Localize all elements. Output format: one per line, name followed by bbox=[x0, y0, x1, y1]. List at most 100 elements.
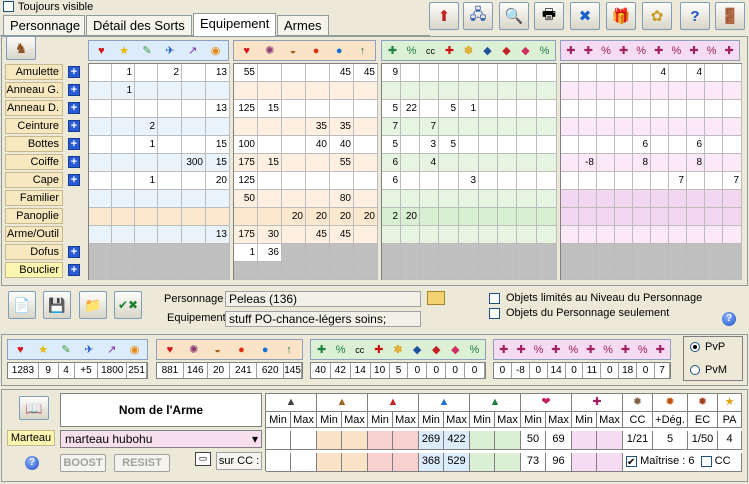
grid-cell[interactable]: 8 bbox=[687, 154, 705, 172]
grid-cell[interactable] bbox=[517, 262, 537, 280]
grid-cell[interactable] bbox=[354, 226, 378, 244]
grid-cell[interactable]: 5 bbox=[382, 136, 401, 154]
add-item-button[interactable]: + bbox=[68, 84, 80, 96]
display-icon[interactable]: ▭ bbox=[195, 452, 211, 466]
grid-cell[interactable] bbox=[498, 118, 517, 136]
grid-cell[interactable] bbox=[597, 100, 615, 118]
damage-cc-max[interactable] bbox=[495, 453, 521, 472]
only-character-checkbox[interactable] bbox=[489, 307, 500, 319]
grid-cell[interactable] bbox=[459, 64, 479, 82]
grid-cell[interactable]: 45 bbox=[330, 226, 354, 244]
grid-cell[interactable] bbox=[459, 82, 479, 100]
grid-cell[interactable] bbox=[282, 190, 306, 208]
damage-max[interactable]: 422 bbox=[444, 431, 470, 450]
grid-cell[interactable] bbox=[705, 64, 723, 82]
grid-cell[interactable] bbox=[597, 172, 615, 190]
grid-cell[interactable] bbox=[723, 190, 742, 208]
grid-cell[interactable] bbox=[258, 64, 282, 82]
grid-cell[interactable] bbox=[687, 82, 705, 100]
grid-cell[interactable] bbox=[669, 100, 687, 118]
grid-cell[interactable]: 20 bbox=[282, 208, 306, 226]
grid-cell[interactable]: 3 bbox=[420, 136, 439, 154]
grid-cell[interactable] bbox=[459, 118, 479, 136]
grid-cell[interactable] bbox=[561, 64, 579, 82]
grid-cell[interactable] bbox=[537, 118, 557, 136]
grid-cell[interactable] bbox=[135, 262, 158, 280]
grid-cell[interactable] bbox=[158, 118, 182, 136]
grid-cell[interactable] bbox=[669, 244, 687, 262]
grid-cell[interactable] bbox=[158, 136, 182, 154]
add-item-button[interactable]: + bbox=[68, 120, 80, 132]
grid-cell[interactable] bbox=[258, 208, 282, 226]
grid-cell[interactable]: 175 bbox=[234, 226, 258, 244]
grid-cell[interactable]: 6 bbox=[633, 136, 651, 154]
grid-cell[interactable] bbox=[498, 226, 517, 244]
grid-cell[interactable] bbox=[206, 262, 230, 280]
damage-cc-max[interactable] bbox=[291, 453, 317, 472]
grid-cell[interactable] bbox=[135, 244, 158, 262]
grid-cell[interactable] bbox=[705, 136, 723, 154]
resist-button[interactable]: RESIST bbox=[114, 454, 170, 472]
grid-cell[interactable]: 3 bbox=[459, 172, 479, 190]
weapon-help-icon[interactable]: ? bbox=[25, 456, 39, 470]
grid-cell[interactable] bbox=[158, 244, 182, 262]
grid-cell[interactable]: 4 bbox=[420, 154, 439, 172]
grid-cell[interactable] bbox=[439, 154, 459, 172]
grid-cell[interactable] bbox=[687, 262, 705, 280]
grid-cell[interactable] bbox=[517, 172, 537, 190]
grid-cell[interactable] bbox=[669, 262, 687, 280]
grid-cell[interactable] bbox=[651, 136, 669, 154]
damage-min[interactable] bbox=[368, 431, 393, 450]
grid-cell[interactable]: 8 bbox=[633, 154, 651, 172]
grid-cell[interactable]: 2 bbox=[382, 208, 401, 226]
grid-cell[interactable] bbox=[234, 82, 258, 100]
grid-cell[interactable] bbox=[206, 244, 230, 262]
grid-cell[interactable]: 7 bbox=[420, 118, 439, 136]
grid-cell[interactable] bbox=[517, 100, 537, 118]
grid-cell[interactable] bbox=[537, 262, 557, 280]
damage-max[interactable] bbox=[597, 431, 623, 450]
grid-cell[interactable] bbox=[669, 190, 687, 208]
grid-cell[interactable] bbox=[561, 136, 579, 154]
damage-cc-max[interactable] bbox=[597, 453, 623, 472]
grid-cell[interactable] bbox=[330, 100, 354, 118]
grid-cell[interactable]: 6 bbox=[382, 154, 401, 172]
grid-cell[interactable]: 15 bbox=[258, 154, 282, 172]
grid-cell[interactable] bbox=[615, 172, 633, 190]
grid-cell[interactable] bbox=[579, 208, 597, 226]
grid-cell[interactable] bbox=[206, 82, 230, 100]
grid-cell[interactable]: 36 bbox=[258, 244, 282, 262]
grid-cell[interactable] bbox=[669, 82, 687, 100]
grid-cell[interactable] bbox=[723, 226, 742, 244]
grid-cell[interactable] bbox=[669, 154, 687, 172]
damage-min[interactable] bbox=[317, 431, 342, 450]
grid-cell[interactable] bbox=[439, 262, 459, 280]
grid-cell[interactable] bbox=[537, 244, 557, 262]
grid-cell[interactable] bbox=[401, 118, 420, 136]
grid-cell[interactable] bbox=[135, 64, 158, 82]
grid-cell[interactable] bbox=[234, 262, 258, 280]
grid-cell[interactable] bbox=[420, 82, 439, 100]
grid-cell[interactable]: 13 bbox=[206, 226, 230, 244]
option-limit-level[interactable]: Objets limités au Niveau du Personnage bbox=[489, 292, 702, 304]
grid-cell[interactable] bbox=[723, 64, 742, 82]
grid-cell[interactable] bbox=[206, 190, 230, 208]
limit-level-checkbox[interactable] bbox=[489, 292, 500, 304]
grid-cell[interactable] bbox=[258, 118, 282, 136]
grid-cell[interactable]: 45 bbox=[306, 226, 330, 244]
add-item-button[interactable]: + bbox=[68, 66, 80, 78]
grid-cell[interactable]: 30 bbox=[258, 226, 282, 244]
help-button[interactable]: ? bbox=[680, 2, 710, 30]
grid-cell[interactable] bbox=[687, 226, 705, 244]
grid-cell[interactable] bbox=[537, 208, 557, 226]
grid-cell[interactable] bbox=[651, 244, 669, 262]
grid-cell[interactable] bbox=[112, 208, 135, 226]
grid-cell[interactable]: 35 bbox=[306, 118, 330, 136]
grid-cell[interactable] bbox=[517, 82, 537, 100]
grid-cell[interactable] bbox=[479, 100, 498, 118]
grid-cell[interactable]: 5 bbox=[439, 136, 459, 154]
grid-cell[interactable]: 20 bbox=[206, 172, 230, 190]
grid-cell[interactable] bbox=[651, 100, 669, 118]
grid-cell[interactable]: 6 bbox=[382, 172, 401, 190]
grid-cell[interactable] bbox=[651, 226, 669, 244]
